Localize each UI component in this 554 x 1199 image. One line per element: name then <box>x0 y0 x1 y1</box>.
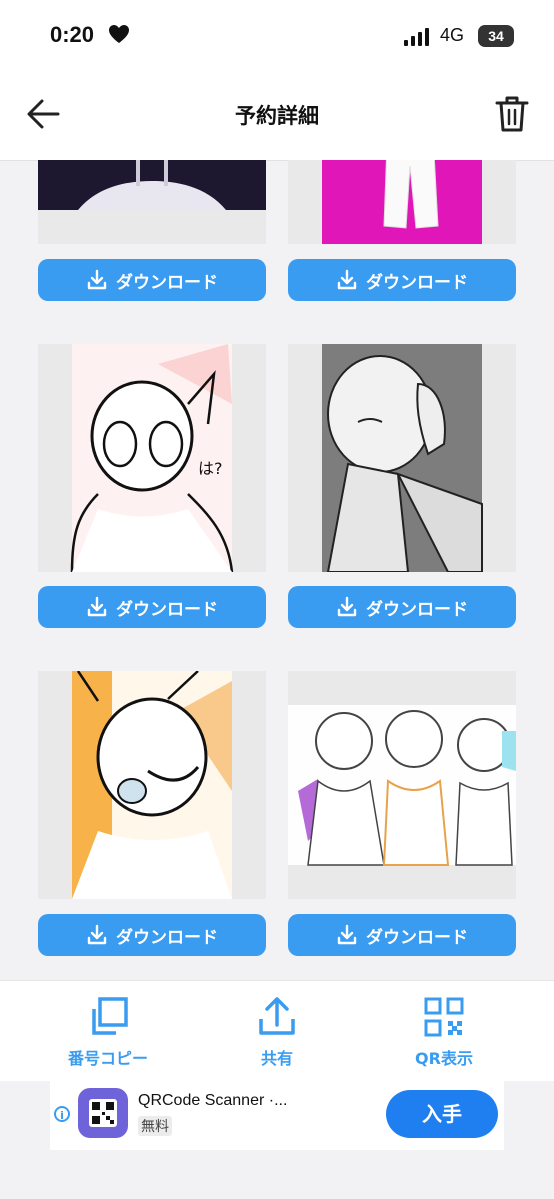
page-title: 予約詳細 <box>235 104 319 128</box>
ad-price: 無料 <box>138 1116 172 1136</box>
download-icon <box>87 596 107 617</box>
download-button[interactable]: ダウンロード <box>288 914 516 956</box>
download-button[interactable]: ダウンロード <box>288 586 516 628</box>
bottom-toolbar: 番号コピー 共有 QR表示 <box>0 980 554 1081</box>
trash-icon[interactable] <box>494 94 530 134</box>
download-icon <box>87 269 107 290</box>
download-label: ダウンロード <box>116 272 218 293</box>
image-thumbnail[interactable] <box>288 160 516 244</box>
download-button[interactable]: ダウンロード <box>38 259 266 301</box>
share-icon <box>259 997 295 1035</box>
status-time: 0:20 <box>50 22 95 47</box>
download-button[interactable]: ダウンロード <box>38 914 266 956</box>
download-icon <box>337 269 357 290</box>
download-label: ダウンロード <box>116 927 218 948</box>
qr-display-button[interactable]: QR表示 <box>384 995 504 1069</box>
image-thumbnail[interactable]: は? <box>38 344 266 572</box>
info-icon[interactable]: i <box>54 1106 70 1122</box>
image-thumbnail[interactable] <box>38 671 266 899</box>
image-thumbnail[interactable] <box>288 344 516 572</box>
download-icon <box>337 596 357 617</box>
share-label: 共有 <box>260 1049 293 1068</box>
image-grid: ダウンロード ダウンロード は? ダウンロード ダウンロード ダウンロード ダウ… <box>0 160 554 980</box>
download-label: ダウンロード <box>366 272 468 293</box>
network-type: 4G <box>440 25 465 45</box>
app-icon <box>78 1088 128 1138</box>
download-button[interactable]: ダウンロード <box>288 259 516 301</box>
status-bar: 0:20 4G 34 <box>0 0 554 76</box>
download-label: ダウンロード <box>116 599 218 620</box>
ad-banner[interactable]: i QRCode Scanner ·... 無料 入手 <box>50 1080 504 1150</box>
get-button[interactable]: 入手 <box>386 1090 498 1138</box>
image-thumbnail[interactable] <box>288 671 516 899</box>
download-label: ダウンロード <box>366 599 468 620</box>
battery-indicator: 34 <box>478 25 514 47</box>
nav-bar: 予約詳細 <box>0 76 554 161</box>
copy-icon <box>92 997 128 1035</box>
download-label: ダウンロード <box>366 927 468 948</box>
download-icon <box>87 924 107 945</box>
signal-icon <box>404 28 429 46</box>
qr-code-icon <box>424 997 464 1037</box>
svg-text:は?: は? <box>198 459 223 478</box>
qr-display-label: QR表示 <box>415 1049 473 1068</box>
ad-title: QRCode Scanner ·... <box>138 1092 288 1109</box>
qr-code-icon <box>92 1102 114 1124</box>
download-icon <box>337 924 357 945</box>
image-thumbnail[interactable] <box>38 160 266 244</box>
download-button[interactable]: ダウンロード <box>38 586 266 628</box>
copy-number-label: 番号コピー <box>67 1049 148 1068</box>
share-button[interactable]: 共有 <box>217 995 337 1069</box>
heart-icon <box>109 25 129 43</box>
copy-number-button[interactable]: 番号コピー <box>48 995 168 1069</box>
